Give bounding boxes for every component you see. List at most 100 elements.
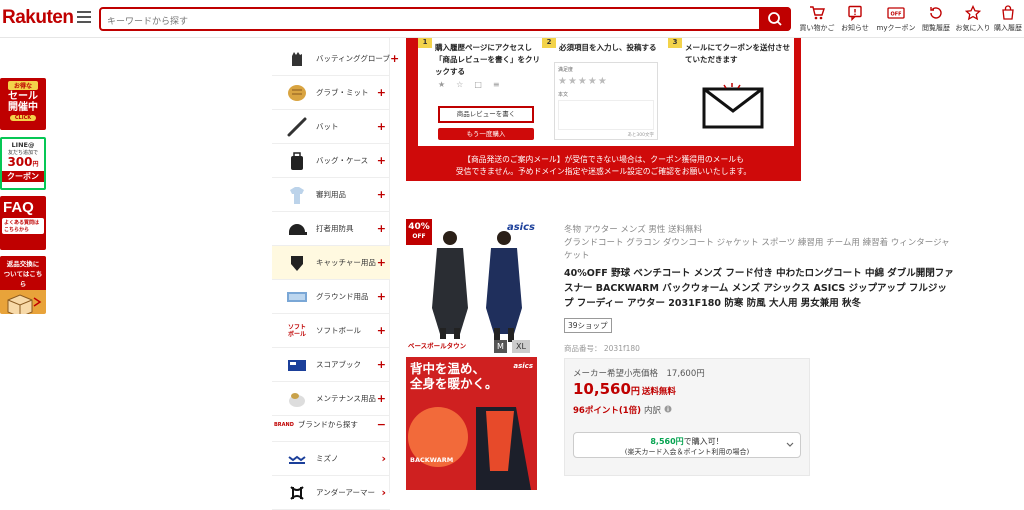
expand-icon[interactable]: +	[377, 222, 386, 235]
promo-step-3: 3 メールにてクーポンを送付させていただきます	[668, 38, 794, 146]
line-coupon-banner[interactable]: LINE@ 友だち追加で 300円 クーポン	[0, 137, 46, 190]
sidebar-item-mizuno[interactable]: ミズノ ›	[272, 442, 390, 476]
buy-again-button: もう一度購入	[438, 128, 534, 140]
line-banner-top: LINE@	[11, 141, 35, 149]
rakuten-logo[interactable]: Rakuten	[2, 7, 74, 29]
category-sidebar: バッティンググローブ + グラブ・ミット + バット + バッグ・ケース + 審…	[272, 38, 399, 510]
sidebar-item-glove-mitt[interactable]: グラブ・ミット +	[272, 76, 390, 110]
char-counter: あと300文字	[627, 133, 654, 138]
step-number: 1	[418, 38, 432, 48]
price-box: メーカー希望小売価格 17,600円 10,560円 送料無料 96ポイント(1倍…	[564, 358, 810, 476]
search-button[interactable]	[759, 7, 791, 31]
shop-badge: 39ショップ	[564, 318, 612, 333]
sidebar-item-catcher[interactable]: キャッチャー用品 +	[272, 246, 390, 280]
offer-price: 8,560円	[650, 437, 684, 446]
sale-banner-main1: セール	[8, 91, 38, 102]
chevron-right-icon[interactable]: ›	[381, 452, 386, 465]
header-bar: Rakuten 買い物かご お知らせ OFF myクーポン 閲覧履歴 お気に入り	[0, 0, 1024, 38]
sidebar-item-batter-protector[interactable]: 打者用防具 +	[272, 212, 390, 246]
sub-image-caption: BACKWARM	[410, 456, 454, 464]
info-icon[interactable]	[664, 405, 672, 413]
product-main-image[interactable]: 40% OFF asics ベースボールタウン M XL	[406, 216, 541, 353]
menu-icon[interactable]	[77, 11, 91, 25]
offer-line1: 8,560円で購入可！	[574, 436, 800, 447]
batting-glove-icon	[292, 51, 302, 66]
exchange-banner[interactable]: 返品交換に ついてはこちら	[0, 256, 46, 314]
box-icon	[7, 294, 42, 314]
promo-footer-line1: 【商品発送のご案内メール】が受信できない場合は、クーポン獲得用のメールも	[463, 155, 744, 164]
notice-link[interactable]: お知らせ	[833, 4, 877, 33]
expand-icon[interactable]: +	[377, 256, 386, 269]
expand-icon[interactable]: +	[377, 86, 386, 99]
product-number: 商品番号： 2031f180	[564, 344, 640, 353]
sale-price-value: 10,560	[573, 380, 631, 398]
size-label-xl: XL	[512, 340, 530, 353]
bag-icon	[291, 151, 303, 170]
product-tags-line2: グランドコート グラコン ダウンコート ジャケット スポーツ 練習用 チーム用 …	[564, 238, 950, 261]
body-label: 本文	[558, 92, 569, 98]
expand-icon[interactable]: +	[377, 188, 386, 201]
svg-text:OFF: OFF	[890, 12, 901, 18]
write-review-button: 商品レビューを書く	[438, 106, 534, 123]
star-icon	[965, 5, 981, 21]
product-tags-line1: 冬物 アウター メンズ 男性 送料無料	[564, 225, 703, 235]
product-sub-image[interactable]: 背中を温め、 全身を暖かく。 asics BACKWARM	[406, 357, 537, 490]
product-tags: 冬物 アウター メンズ 男性 送料無料 グランドコート グラコン ダウンコート …	[564, 224, 954, 263]
sale-banner-main2: 開催中	[8, 102, 38, 113]
sidebar-item-label: バッティンググローブ	[316, 54, 390, 63]
search-input[interactable]	[101, 12, 761, 32]
expand-icon[interactable]: +	[377, 324, 386, 337]
coupon-label: myクーポン	[876, 24, 916, 32]
bench-coat-models	[432, 231, 522, 342]
sale-banner-cta: CLICK	[10, 115, 36, 121]
exchange-banner-l1: 返品交換に	[6, 260, 40, 268]
sidebar-item-softball[interactable]: ソフト ボール ソフトボール +	[272, 314, 390, 348]
helmet-icon	[289, 223, 307, 235]
expand-icon[interactable]: +	[377, 290, 386, 303]
expand-icon[interactable]: +	[377, 392, 386, 405]
sale-banner[interactable]: お得な セール 開催中 CLICK	[0, 78, 46, 130]
step-title: 必須項目を入力し、投稿する	[559, 43, 657, 52]
collapse-icon[interactable]: −	[377, 418, 386, 431]
step-title: メールにてクーポンを送付させていただきます	[685, 43, 790, 64]
purchase-history-link[interactable]: 購入履歴	[986, 4, 1024, 33]
step-number: 2	[542, 38, 556, 48]
expand-icon[interactable]: +	[377, 154, 386, 167]
header-icons: 買い物かご お知らせ OFF myクーポン 閲覧履歴 お気に入り 購入履歴	[795, 4, 1024, 36]
expand-icon[interactable]: +	[390, 52, 399, 65]
list-price: メーカー希望小売価格 17,600円	[573, 369, 705, 379]
coupon-icon: OFF	[887, 7, 905, 19]
sidebar-item-label: バット	[316, 122, 339, 131]
exchange-banner-l2: ついてはこちら	[3, 270, 43, 288]
card-points-offer[interactable]: 8,560円で購入可！ (楽天カード入会＆ポイント利用の場合)	[573, 432, 801, 458]
faq-banner[interactable]: FAQ よくある質問は こちらから	[0, 196, 46, 250]
sidebar-item-label: グラウンド用品	[316, 292, 369, 301]
sidebar-item-scorebook[interactable]: スコアブック +	[272, 348, 390, 382]
expand-icon[interactable]: +	[377, 358, 386, 371]
sidebar-item-label: メンテナンス用品	[316, 394, 376, 403]
sale-price: 10,560円 送料無料	[573, 380, 676, 398]
points-breakdown-link[interactable]: 内訳	[644, 406, 661, 416]
coupon-link[interactable]: OFF myクーポン	[874, 4, 918, 33]
sidebar-item-umpire[interactable]: 審判用品 +	[272, 178, 390, 212]
sidebar-item-bat[interactable]: バット +	[272, 110, 390, 144]
mini-star-outline-icon: ☆	[456, 80, 475, 89]
sub-image-brand: asics	[513, 362, 533, 370]
shop-logo: ベースボールタウン	[406, 339, 472, 353]
sidebar-item-bag-case[interactable]: バッグ・ケース +	[272, 144, 390, 178]
bat-icon	[287, 117, 307, 136]
sale-banner-top: お得な	[8, 81, 38, 90]
sidebar-item-batting-glove[interactable]: バッティンググローブ +	[272, 42, 399, 76]
sidebar-item-ground[interactable]: グラウンド用品 +	[272, 280, 390, 314]
sidebar-item-label: ソフトボール	[316, 326, 361, 335]
scorebook-icon	[288, 359, 306, 371]
catcher-gear-icon	[291, 255, 303, 271]
cart-icon	[810, 6, 825, 20]
line-banner-unit: 円	[32, 161, 39, 168]
coat-lining-illustration	[408, 407, 531, 490]
envelope-icon	[702, 83, 764, 129]
expand-icon[interactable]: +	[377, 120, 386, 133]
sidebar-item-brand[interactable]: BRAND ブランドから探す −	[272, 408, 390, 442]
sidebar-item-under-armour[interactable]: アンダーアーマー ›	[272, 476, 390, 510]
faq-banner-sub2: こちらから	[4, 227, 30, 233]
